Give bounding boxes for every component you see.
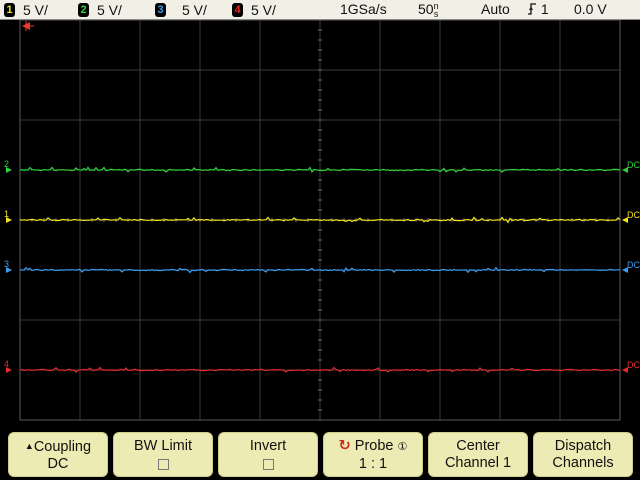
channel-4-status[interactable]: 4 5 V/: [232, 1, 276, 18]
trigger-source[interactable]: 1: [527, 1, 549, 18]
channel-3-badge: 3: [155, 2, 166, 17]
channel-markers: 2 DC1 DC3 DC4 DC: [4, 159, 640, 373]
trigger-level[interactable]: 0.0 V: [574, 1, 607, 18]
channel-1-circle-icon: ①: [397, 441, 408, 453]
dispatch-label: Dispatch: [554, 438, 612, 454]
channel-3-status[interactable]: 3 5 V/: [155, 1, 207, 18]
center-channel-softkey[interactable]: Center Channel 1: [428, 432, 528, 477]
channel-4-coupling-label: DC: [627, 360, 640, 370]
coupling-softkey[interactable]: ▲Coupling DC: [8, 432, 108, 477]
probe-ratio: 1 : 1: [358, 456, 388, 472]
softkey-row: ▲Coupling DC BW Limit Invert ↻ Probe ① 1…: [0, 428, 640, 480]
dispatch-channels-softkey[interactable]: Dispatch Channels: [533, 432, 633, 477]
bw-limit-softkey[interactable]: BW Limit: [113, 432, 213, 477]
bw-limit-label: BW Limit: [134, 438, 192, 454]
channel-1-badge: 1: [4, 2, 15, 17]
trigger-position-marker-icon[interactable]: [22, 21, 34, 31]
dispatch-value: Channels: [552, 455, 614, 471]
center-channel-value: Channel 1: [444, 455, 512, 471]
channel-1-scale: 5 V/: [23, 1, 48, 18]
channel-2-scale: 5 V/: [97, 1, 122, 18]
checkbox-icon[interactable]: [262, 459, 274, 470]
sample-rate: 1GSa/s: [340, 1, 387, 17]
up-triangle-icon: ▲: [24, 441, 34, 451]
waveform-display[interactable]: 2 DC1 DC3 DC4 DC: [0, 20, 640, 424]
channel-3-scale: 5 V/: [182, 1, 207, 18]
channel-2-coupling-label: DC: [627, 160, 640, 170]
channel-3-coupling-label: DC: [627, 260, 640, 270]
trigger-mode[interactable]: Auto: [481, 1, 510, 18]
trigger-source-value: 1: [540, 1, 549, 17]
channel-1-coupling-label: DC: [627, 210, 640, 220]
channel-4-scale: 5 V/: [251, 1, 276, 18]
status-bar: 1 5 V/ 2 5 V/ 3 5 V/ 4 5 V/ 1GSa/s 50 n s …: [0, 0, 640, 20]
channel-2-badge: 2: [78, 2, 89, 17]
rotary-knob-icon: ↻: [338, 438, 351, 454]
timebase-unit: ns: [433, 1, 439, 20]
coupling-value: DC: [47, 456, 69, 472]
coupling-label: Coupling: [33, 439, 92, 455]
timebase[interactable]: 50 n s: [418, 1, 439, 20]
channel-4-badge: 4: [232, 2, 243, 17]
center-label: Center: [456, 438, 500, 454]
invert-softkey[interactable]: Invert: [218, 432, 318, 477]
channel-1-status[interactable]: 1 5 V/: [4, 1, 48, 18]
probe-label: Probe: [354, 438, 394, 454]
probe-softkey[interactable]: ↻ Probe ① 1 : 1: [323, 432, 423, 477]
channel-2-status[interactable]: 2 5 V/: [78, 1, 122, 18]
timebase-value: 50: [418, 1, 434, 17]
trigger-rising-edge-icon: [528, 3, 536, 15]
checkbox-icon[interactable]: [157, 459, 169, 470]
invert-label: Invert: [249, 438, 287, 454]
